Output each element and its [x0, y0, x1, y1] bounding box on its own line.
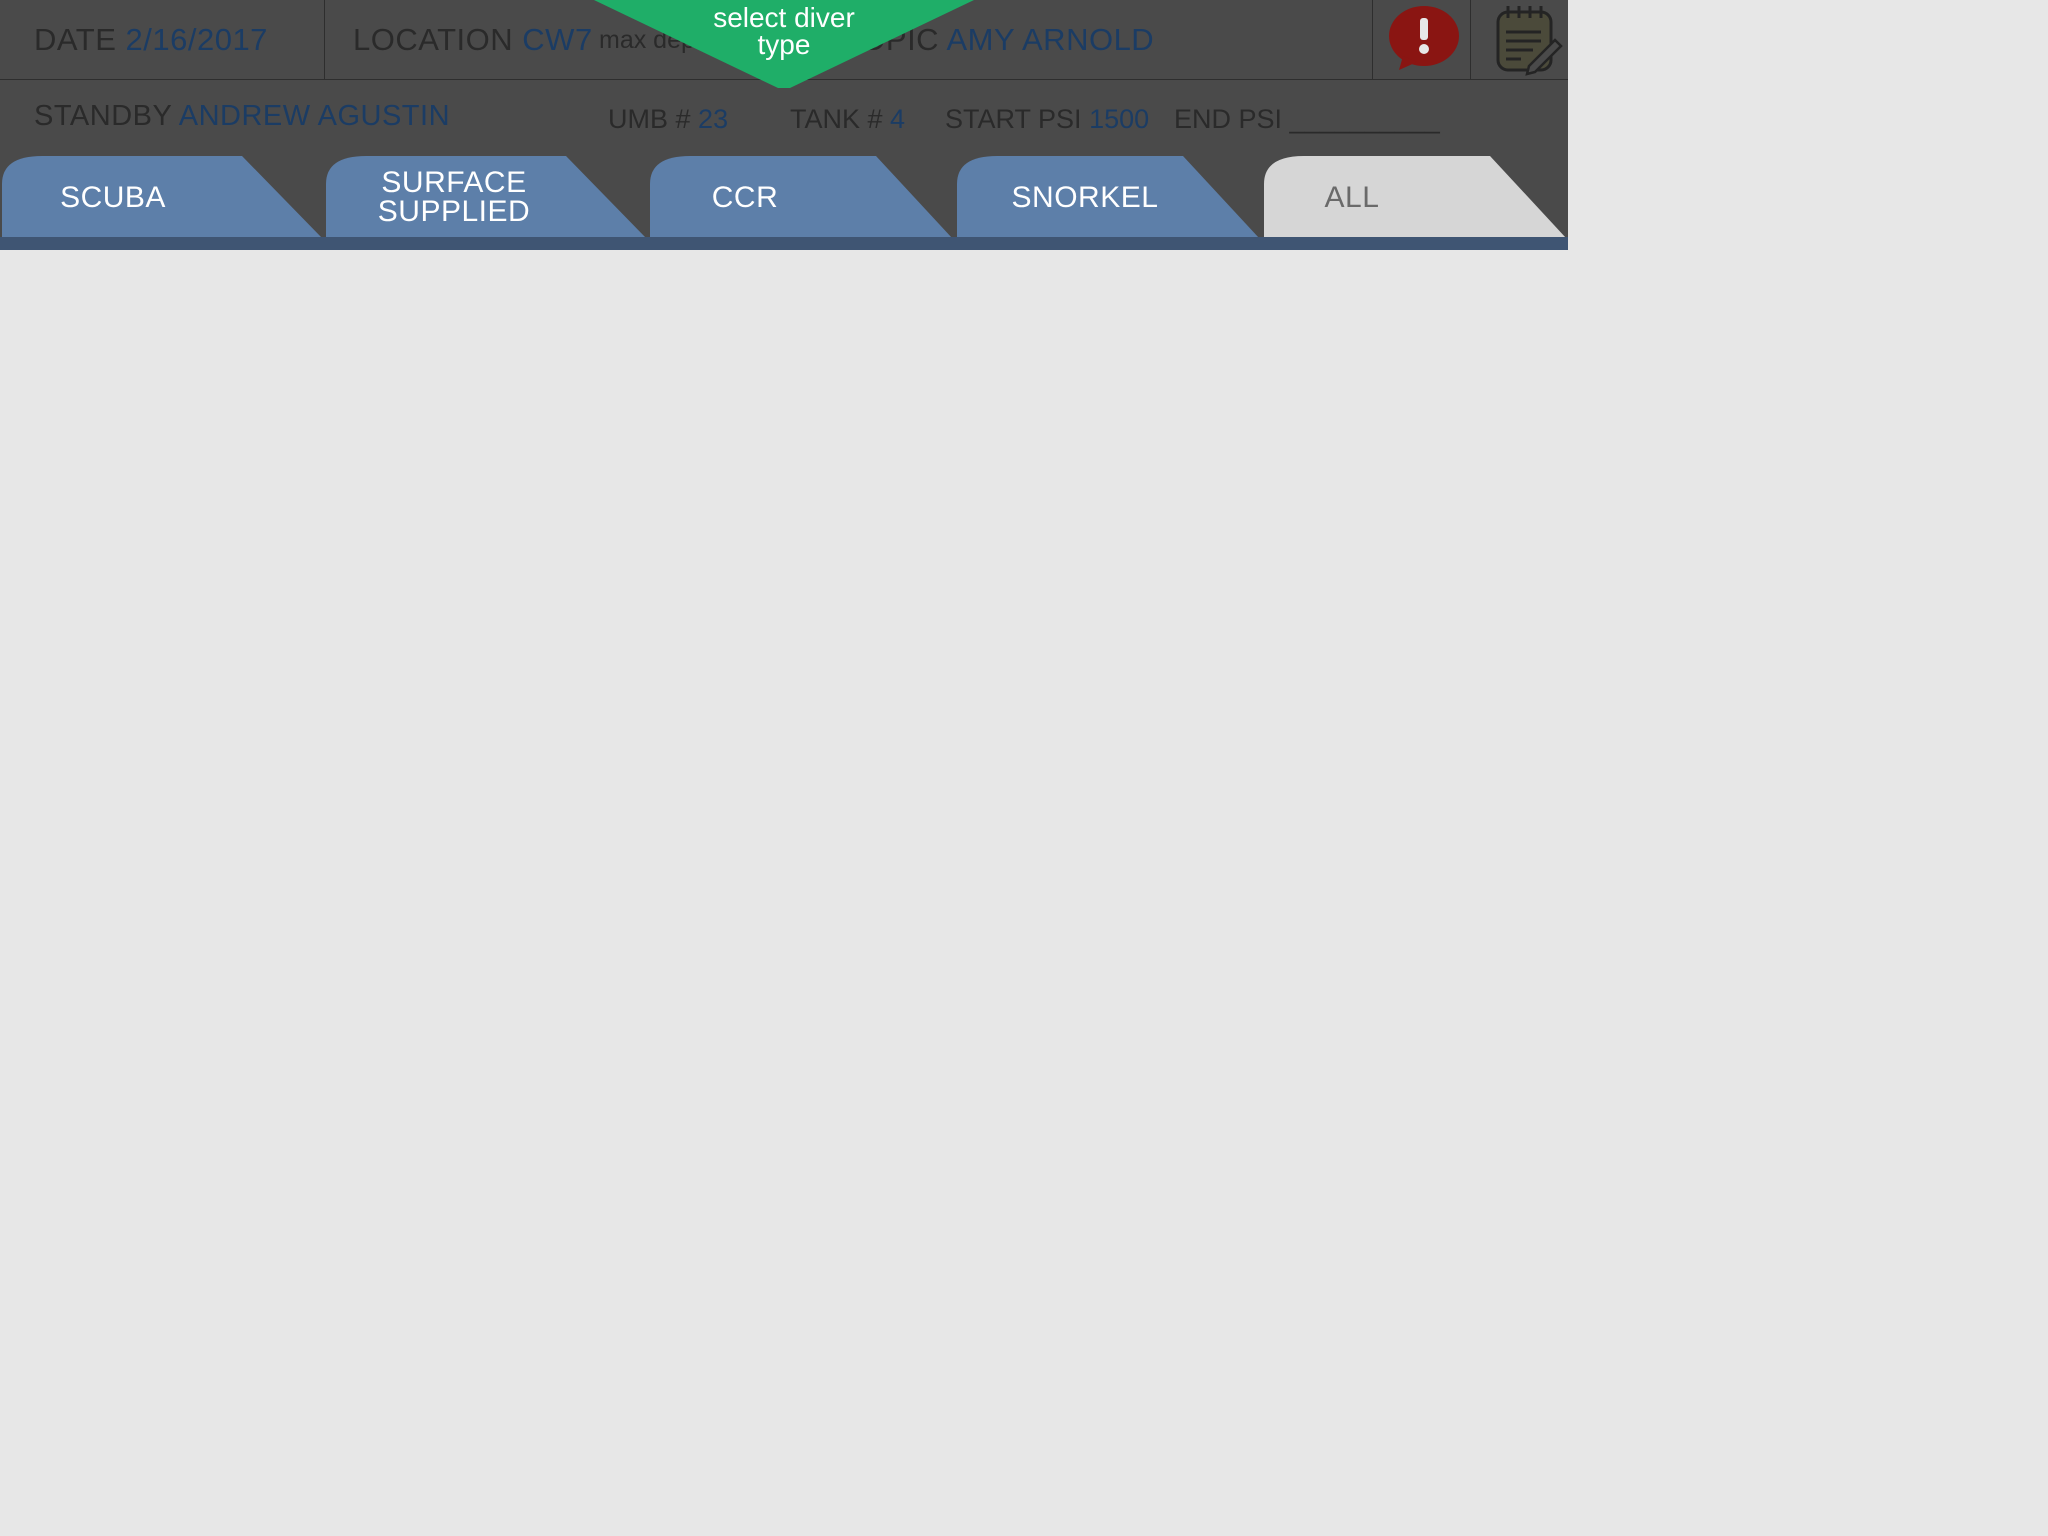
standby-field[interactable]: STANDBY ANDREW AGUSTIN: [34, 100, 450, 133]
tank-label: TANK #: [790, 104, 883, 134]
location-label: LOCATION: [353, 22, 514, 57]
notes-button[interactable]: [1471, 0, 1568, 79]
date-field: DATE 2/16/2017: [34, 22, 268, 58]
umb-value: 23: [698, 104, 729, 134]
tab-snorkel-label: SNORKEL: [1011, 180, 1159, 214]
alert-button[interactable]: [1373, 0, 1471, 79]
tank-field[interactable]: TANK # 4: [790, 104, 905, 135]
standby-label: STANDBY: [34, 100, 172, 132]
tab-scuba-label: SCUBA: [60, 180, 166, 214]
tab-all[interactable]: ALL: [1264, 156, 1566, 238]
tab-surface-supplied-line1: SURFACE: [381, 166, 527, 199]
tooltip-line2: type: [757, 29, 811, 60]
tooltip-line1: select diver: [713, 2, 855, 33]
location-field: LOCATION CW7: [353, 22, 593, 58]
end-psi-field[interactable]: END PSI __________: [1174, 104, 1440, 135]
end-psi-label: END PSI: [1174, 104, 1283, 134]
tab-all-label: ALL: [1324, 180, 1380, 214]
select-diver-type-tooltip[interactable]: select diver type: [594, 0, 974, 90]
location-value: CW7: [522, 22, 593, 57]
tooltip-text: select diver type: [594, 2, 974, 60]
tab-ccr-label: CCR: [711, 180, 779, 214]
end-psi-value: __________: [1289, 104, 1440, 134]
start-psi-value: 1500: [1089, 104, 1150, 134]
umb-field[interactable]: UMB # 23: [608, 104, 728, 135]
alert-bubble-icon: [1389, 6, 1459, 70]
dpic-value: AMY ARNOLD: [946, 22, 1155, 57]
standby-value: ANDREW AGUSTIN: [178, 100, 451, 132]
tab-scuba[interactable]: SCUBA: [2, 156, 322, 238]
start-psi-field[interactable]: START PSI 1500: [945, 104, 1149, 135]
tab-surface-supplied[interactable]: SURFACE SUPPLIED: [326, 156, 646, 238]
tab-surface-supplied-line2: SUPPLIED: [377, 195, 531, 228]
tab-bar-underline: [0, 237, 1568, 250]
start-psi-label: START PSI: [945, 104, 1082, 134]
date-value: 2/16/2017: [125, 22, 268, 57]
umb-label: UMB #: [608, 104, 691, 134]
tab-surface-supplied-label: SURFACE SUPPLIED: [326, 156, 582, 238]
tab-snorkel[interactable]: SNORKEL: [957, 156, 1259, 238]
notepad-edit-icon: [1496, 6, 1563, 76]
date-label: DATE: [34, 22, 117, 57]
content-area: [0, 250, 1568, 1176]
tank-value: 4: [890, 104, 906, 134]
date-cell[interactable]: DATE 2/16/2017: [0, 0, 325, 79]
tab-ccr[interactable]: CCR: [650, 156, 952, 238]
